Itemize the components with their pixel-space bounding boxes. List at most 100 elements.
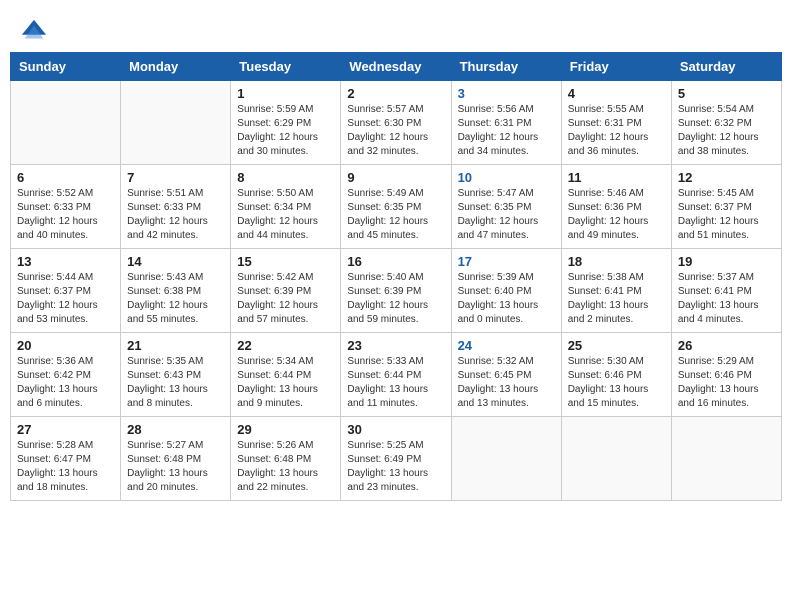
day-info: Sunrise: 5:36 AMSunset: 6:42 PMDaylight:… [17,355,114,411]
day-info: Sunrise: 5:52 AMSunset: 6:33 PMDaylight:… [17,187,114,243]
calendar-day-cell: 26 Sunrise: 5:29 AMSunset: 6:46 PMDayligh… [671,333,781,417]
calendar-day-cell: 10Sunrise: 5:47 AMSunset: 6:35 PMDayligh… [451,165,561,249]
day-info: Sunrise: 5:45 AMSunset: 6:37 PMDaylight:… [678,187,775,243]
calendar-day-cell: 24Sunrise: 5:32 AMSunset: 6:45 PMDayligh… [451,333,561,417]
calendar-day-cell: 29 Sunrise: 5:26 AMSunset: 6:48 PMDayligh… [231,417,341,501]
calendar-day-cell: 2Sunrise: 5:57 AMSunset: 6:30 PMDaylight… [341,81,451,165]
day-info: Sunrise: 5:57 AMSunset: 6:30 PMDaylight:… [347,103,444,159]
day-number: 8 [237,170,334,185]
day-number: 28 [127,422,224,437]
day-number: 15 [237,254,334,269]
day-info: Sunrise: 5:35 AMSunset: 6:43 PMDaylight:… [127,355,224,411]
day-info: Sunrise: 5:34 AMSunset: 6:44 PMDaylight:… [237,355,334,411]
day-info: Sunrise: 5:29 AMSunset: 6:46 PMDaylight:… [678,355,775,411]
day-number: 26 [678,338,775,353]
day-info: Sunrise: 5:56 AMSunset: 6:31 PMDaylight:… [458,103,555,159]
day-info: Sunrise: 5:59 AMSunset: 6:29 PMDaylight:… [237,103,334,159]
day-info: Sunrise: 5:27 AMSunset: 6:48 PMDaylight:… [127,439,224,495]
day-info: Sunrise: 5:42 AMSunset: 6:39 PMDaylight:… [237,271,334,327]
calendar-day-cell: 27 Sunrise: 5:28 AMSunset: 6:47 PMDayligh… [11,417,121,501]
calendar-day-cell: 23 Sunrise: 5:33 AMSunset: 6:44 PMDayligh… [341,333,451,417]
calendar-week-row: 13 Sunrise: 5:44 AMSunset: 6:37 PMDayligh… [11,249,782,333]
day-info: Sunrise: 5:50 AMSunset: 6:34 PMDaylight:… [237,187,334,243]
day-info: Sunrise: 5:37 AMSunset: 6:41 PMDaylight:… [678,271,775,327]
calendar-day-cell: 28 Sunrise: 5:27 AMSunset: 6:48 PMDayligh… [121,417,231,501]
day-info: Sunrise: 5:49 AMSunset: 6:35 PMDaylight:… [347,187,444,243]
day-info: Sunrise: 5:28 AMSunset: 6:47 PMDaylight:… [17,439,114,495]
day-number: 14 [127,254,224,269]
day-number: 22 [237,338,334,353]
calendar-empty-cell [561,417,671,501]
day-info: Sunrise: 5:43 AMSunset: 6:38 PMDaylight:… [127,271,224,327]
calendar-week-row: 1 Sunrise: 5:59 AMSunset: 6:29 PMDaylight… [11,81,782,165]
day-number: 5 [678,86,775,101]
day-number: 10 [458,170,555,185]
calendar-day-cell: 12 Sunrise: 5:45 AMSunset: 6:37 PMDayligh… [671,165,781,249]
calendar-day-cell: 9 Sunrise: 5:49 AMSunset: 6:35 PMDaylight… [341,165,451,249]
calendar-day-cell: 18 Sunrise: 5:38 AMSunset: 6:41 PMDayligh… [561,249,671,333]
calendar-day-cell: 11 Sunrise: 5:46 AMSunset: 6:36 PMDayligh… [561,165,671,249]
day-number: 19 [678,254,775,269]
day-number: 20 [17,338,114,353]
day-info: Sunrise: 5:46 AMSunset: 6:36 PMDaylight:… [568,187,665,243]
calendar-day-cell: 15 Sunrise: 5:42 AMSunset: 6:39 PMDayligh… [231,249,341,333]
weekday-header-sunday: Sunday [11,53,121,81]
calendar-day-cell: 30 Sunrise: 5:25 AMSunset: 6:49 PMDayligh… [341,417,451,501]
day-info: Sunrise: 5:38 AMSunset: 6:41 PMDaylight:… [568,271,665,327]
calendar-empty-cell [671,417,781,501]
day-number: 1 [237,86,334,101]
weekday-header-thursday: Thursday [451,53,561,81]
weekday-header-monday: Monday [121,53,231,81]
day-number: 17 [458,254,555,269]
calendar-day-cell: 6Sunrise: 5:52 AMSunset: 6:33 PMDaylight… [11,165,121,249]
calendar-day-cell: 13 Sunrise: 5:44 AMSunset: 6:37 PMDayligh… [11,249,121,333]
day-number: 3 [458,86,555,101]
calendar-day-cell: 22 Sunrise: 5:34 AMSunset: 6:44 PMDayligh… [231,333,341,417]
day-number: 30 [347,422,444,437]
day-info: Sunrise: 5:25 AMSunset: 6:49 PMDaylight:… [347,439,444,495]
day-info: Sunrise: 5:51 AMSunset: 6:33 PMDaylight:… [127,187,224,243]
calendar-day-cell: 16 Sunrise: 5:40 AMSunset: 6:39 PMDayligh… [341,249,451,333]
day-number: 18 [568,254,665,269]
day-info: Sunrise: 5:26 AMSunset: 6:48 PMDaylight:… [237,439,334,495]
day-info: Sunrise: 5:39 AMSunset: 6:40 PMDaylight:… [458,271,555,327]
calendar-day-cell: 25 Sunrise: 5:30 AMSunset: 6:46 PMDayligh… [561,333,671,417]
weekday-header-friday: Friday [561,53,671,81]
day-number: 11 [568,170,665,185]
weekday-header-saturday: Saturday [671,53,781,81]
calendar-day-cell: 17 Sunrise: 5:39 AMSunset: 6:40 PMDayligh… [451,249,561,333]
calendar-empty-cell [451,417,561,501]
day-info: Sunrise: 5:40 AMSunset: 6:39 PMDaylight:… [347,271,444,327]
day-number: 29 [237,422,334,437]
weekday-header-wednesday: Wednesday [341,53,451,81]
day-number: 7 [127,170,224,185]
calendar-table: SundayMondayTuesdayWednesdayThursdayFrid… [10,52,782,501]
day-number: 27 [17,422,114,437]
page-header [10,10,782,52]
day-info: Sunrise: 5:55 AMSunset: 6:31 PMDaylight:… [568,103,665,159]
day-number: 21 [127,338,224,353]
calendar-day-cell: 1 Sunrise: 5:59 AMSunset: 6:29 PMDaylight… [231,81,341,165]
day-number: 9 [347,170,444,185]
calendar-day-cell: 3 Sunrise: 5:56 AMSunset: 6:31 PMDaylight… [451,81,561,165]
day-number: 12 [678,170,775,185]
day-number: 23 [347,338,444,353]
calendar-day-cell: 8 Sunrise: 5:50 AMSunset: 6:34 PMDaylight… [231,165,341,249]
day-info: Sunrise: 5:33 AMSunset: 6:44 PMDaylight:… [347,355,444,411]
day-number: 24 [458,338,555,353]
calendar-day-cell: 4 Sunrise: 5:55 AMSunset: 6:31 PMDaylight… [561,81,671,165]
calendar-day-cell: 19 Sunrise: 5:37 AMSunset: 6:41 PMDayligh… [671,249,781,333]
calendar-empty-cell [11,81,121,165]
day-number: 16 [347,254,444,269]
calendar-day-cell: 20 Sunrise: 5:36 AMSunset: 6:42 PMDayligh… [11,333,121,417]
day-info: Sunrise: 5:44 AMSunset: 6:37 PMDaylight:… [17,271,114,327]
calendar-header-row: SundayMondayTuesdayWednesdayThursdayFrid… [11,53,782,81]
day-number: 4 [568,86,665,101]
day-number: 25 [568,338,665,353]
day-info: Sunrise: 5:30 AMSunset: 6:46 PMDaylight:… [568,355,665,411]
day-number: 13 [17,254,114,269]
day-info: Sunrise: 5:54 AMSunset: 6:32 PMDaylight:… [678,103,775,159]
weekday-header-tuesday: Tuesday [231,53,341,81]
calendar-week-row: 6Sunrise: 5:52 AMSunset: 6:33 PMDaylight… [11,165,782,249]
calendar-week-row: 27 Sunrise: 5:28 AMSunset: 6:47 PMDayligh… [11,417,782,501]
